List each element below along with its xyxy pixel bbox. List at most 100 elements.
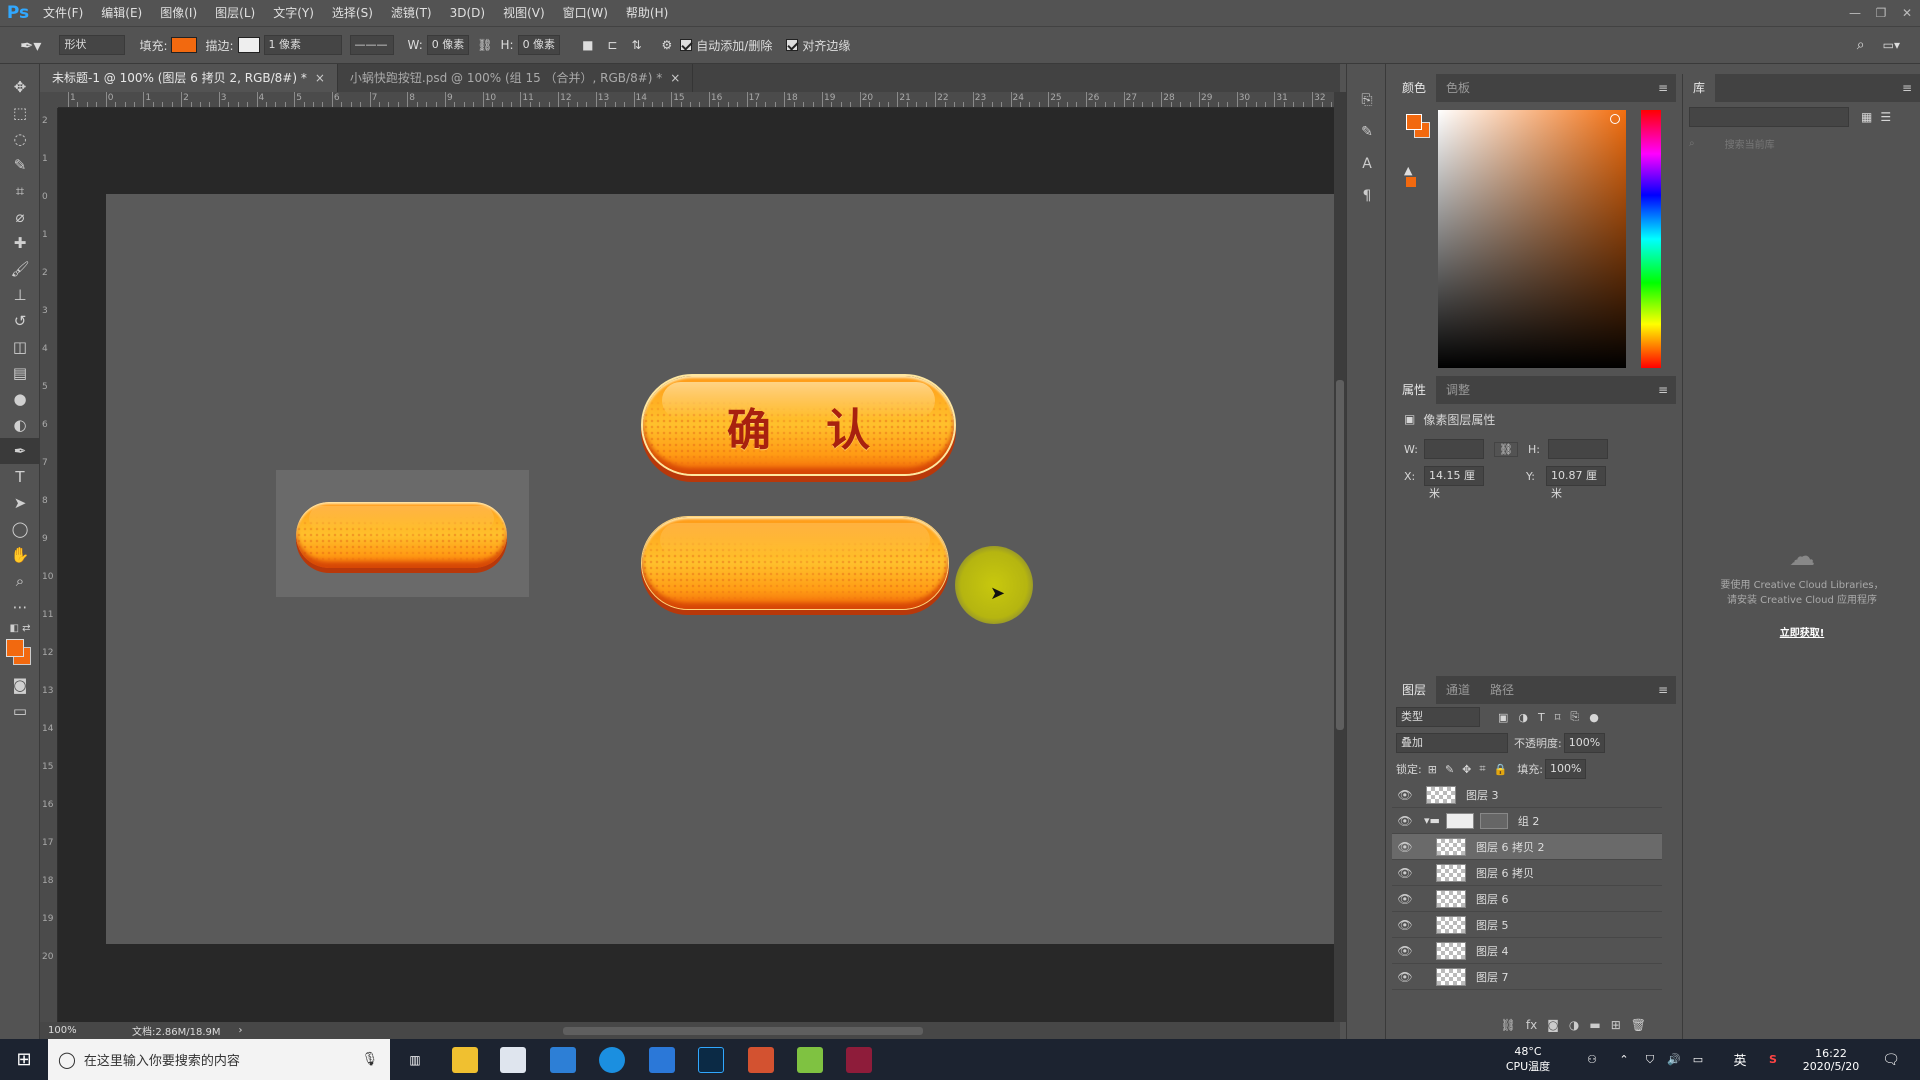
menu-image[interactable]: 图像(I) — [151, 0, 206, 26]
layer-style-fx-icon[interactable]: fx — [1526, 1018, 1537, 1032]
mail-icon[interactable] — [550, 1047, 576, 1073]
word-icon[interactable] — [649, 1047, 675, 1073]
tab-button-psd[interactable]: 小蜗快跑按钮.psd @ 100% (组 15 （合并）, RGB/8#) * × — [337, 64, 694, 92]
type-tool-icon[interactable]: T — [0, 464, 40, 490]
dodge-tool-icon[interactable]: ◐ — [0, 412, 40, 438]
network-icon[interactable]: ▭ — [1688, 1039, 1708, 1080]
visibility-eye-icon[interactable]: 👁 — [1392, 840, 1418, 854]
menu-view[interactable]: 视图(V) — [494, 0, 554, 26]
pen-tool-icon[interactable]: ✒ — [0, 438, 40, 464]
restore-icon[interactable]: ❐ — [1868, 6, 1894, 20]
notifications-icon[interactable]: 🗨 — [1876, 1039, 1906, 1080]
layer-thumbnail[interactable] — [1436, 967, 1466, 986]
tab-paths[interactable]: 路径 — [1480, 676, 1524, 704]
volume-icon[interactable]: 🔊 — [1664, 1039, 1684, 1080]
lock-all-icon[interactable]: 🔒 — [1494, 763, 1508, 776]
layer-row[interactable]: 👁圆角矩形 1 拷贝 — [1392, 990, 1662, 992]
layer-filter-select[interactable]: 类型 — [1396, 707, 1480, 727]
layer-row[interactable]: 👁 ▾▬ 组 2 — [1392, 808, 1662, 834]
layer-name[interactable]: 图层 5 — [1476, 917, 1509, 933]
eyedropper-tool-icon[interactable]: ⌀ — [0, 204, 40, 230]
tab-layers[interactable]: 图层 — [1392, 676, 1437, 704]
filter-adjustment-icon[interactable]: ◑ — [1518, 711, 1528, 724]
props-x-field[interactable]: 14.15 厘米 — [1424, 466, 1484, 500]
library-search-input[interactable]: 搜索当前库 — [1725, 136, 1775, 151]
layer-row[interactable]: 👁 图层 7 — [1392, 964, 1662, 990]
new-layer-icon[interactable]: ⊞ — [1611, 1018, 1621, 1032]
layer-name[interactable]: 图层 6 拷贝 2 — [1476, 839, 1545, 855]
layer-name[interactable]: 图层 6 — [1476, 891, 1509, 907]
gradient-tool-icon[interactable]: ▤ — [0, 360, 40, 386]
video-editor-icon[interactable] — [846, 1047, 872, 1073]
layer-row[interactable]: 👁 图层 5 — [1392, 912, 1662, 938]
taskbar-search-box[interactable]: ◯ 在这里输入你要搜索的内容 🎙 — [48, 1039, 390, 1080]
brush-settings-icon[interactable]: ✎ — [1347, 116, 1387, 148]
visibility-eye-icon[interactable]: 👁 — [1392, 970, 1418, 984]
tab-libraries[interactable]: 库 — [1683, 74, 1716, 102]
fill-color-swatch[interactable] — [171, 37, 198, 53]
character-panel-icon[interactable]: A — [1347, 148, 1387, 180]
store-icon[interactable] — [500, 1047, 526, 1073]
workspace-switcher-icon[interactable]: ▭▾ — [1883, 38, 1900, 52]
task-view-icon[interactable]: ▥ — [402, 1047, 428, 1073]
tab-channels[interactable]: 通道 — [1436, 676, 1480, 704]
lock-artboard-icon[interactable]: ⌗ — [1479, 762, 1485, 776]
new-adjustment-icon[interactable]: ◑ — [1569, 1018, 1579, 1032]
status-expand-icon[interactable]: › — [239, 1025, 243, 1036]
panel-menu-icon[interactable]: ≡ — [1658, 81, 1668, 95]
minimize-icon[interactable]: — — [1842, 6, 1868, 20]
layer-name[interactable]: 组 2 — [1518, 813, 1540, 829]
menu-filter[interactable]: 滤镜(T) — [382, 0, 441, 26]
lock-transparency-icon[interactable]: ⊞ — [1428, 763, 1437, 776]
healing-brush-tool-icon[interactable]: ✚ — [0, 230, 40, 256]
layer-row[interactable]: 👁 图层 6 拷贝 — [1392, 860, 1662, 886]
tab-close-icon[interactable]: × — [670, 71, 680, 85]
layer-name[interactable]: 图层 3 — [1466, 787, 1499, 803]
crop-tool-icon[interactable]: ⌗ — [0, 178, 40, 204]
menu-type[interactable]: 文字(Y) — [264, 0, 323, 26]
powerpoint-icon[interactable] — [748, 1047, 774, 1073]
lasso-tool-icon[interactable]: ◌ — [0, 126, 40, 152]
tool-mode-select[interactable]: 形状 — [59, 35, 126, 55]
clock[interactable]: 16:22 2020/5/20 — [1796, 1039, 1866, 1080]
library-select[interactable] — [1689, 107, 1849, 127]
get-now-link[interactable]: 立即获取! — [1683, 624, 1920, 639]
hue-slider[interactable] — [1641, 110, 1661, 368]
edge-browser-icon[interactable] — [599, 1047, 625, 1073]
menu-file[interactable]: 文件(F) — [34, 0, 92, 26]
visibility-eye-icon[interactable]: 👁 — [1392, 944, 1418, 958]
menu-window[interactable]: 窗口(W) — [554, 0, 617, 26]
new-group-icon[interactable]: ▬ — [1589, 1018, 1600, 1032]
layer-name[interactable]: 图层 4 — [1476, 943, 1509, 959]
foreground-background-colors[interactable] — [0, 636, 39, 672]
layer-thumbnail[interactable] — [1436, 837, 1466, 856]
add-mask-icon[interactable]: ◙ — [1547, 1018, 1559, 1032]
tab-untitled-1[interactable]: 未标题-1 @ 100% (图层 6 拷贝 2, RGB/8#) * × — [40, 64, 338, 92]
settings-gear-icon[interactable]: ⚙ — [662, 38, 673, 52]
clone-stamp-tool-icon[interactable]: ⊥ — [0, 282, 40, 308]
stroke-type-select[interactable]: ——— — [349, 35, 394, 55]
link-layers-icon[interactable]: ⛓ — [1501, 1018, 1516, 1032]
group-mask-thumbnail[interactable] — [1445, 812, 1474, 829]
filter-shape-icon[interactable]: ⌑ — [1555, 711, 1561, 724]
auto-add-delete-checkbox[interactable]: 自动添加/删除 — [680, 37, 772, 54]
layer-row[interactable]: 👁 图层 3 — [1392, 782, 1662, 808]
props-y-field[interactable]: 10.87 厘米 — [1546, 466, 1606, 500]
layer-thumbnail[interactable] — [1436, 941, 1466, 960]
default-colors-icon[interactable]: ◧ ⇄ — [0, 620, 40, 636]
filter-type-icon[interactable]: T — [1538, 711, 1545, 724]
layer-thumbnail[interactable] — [1436, 889, 1466, 908]
visibility-eye-icon[interactable]: 👁 — [1392, 788, 1418, 802]
move-tool-icon[interactable]: ✥ — [0, 74, 40, 100]
ellipse-tool-icon[interactable]: ◯ — [0, 516, 40, 542]
close-icon[interactable]: ✕ — [1894, 6, 1920, 20]
paragraph-panel-icon[interactable]: ¶ — [1347, 180, 1387, 212]
path-selection-tool-icon[interactable]: ➤ — [0, 490, 40, 516]
screen-mode-icon[interactable]: ▭ — [0, 698, 40, 724]
visibility-eye-icon[interactable]: 👁 — [1392, 814, 1418, 828]
align-edges-checkbox[interactable]: 对齐边缘 — [786, 37, 850, 54]
tab-swatches[interactable]: 色板 — [1436, 74, 1480, 102]
blur-tool-icon[interactable]: ● — [0, 386, 40, 412]
zoom-tool-icon[interactable]: ⌕ — [0, 568, 40, 594]
fill-field[interactable]: 100% — [1545, 759, 1587, 779]
